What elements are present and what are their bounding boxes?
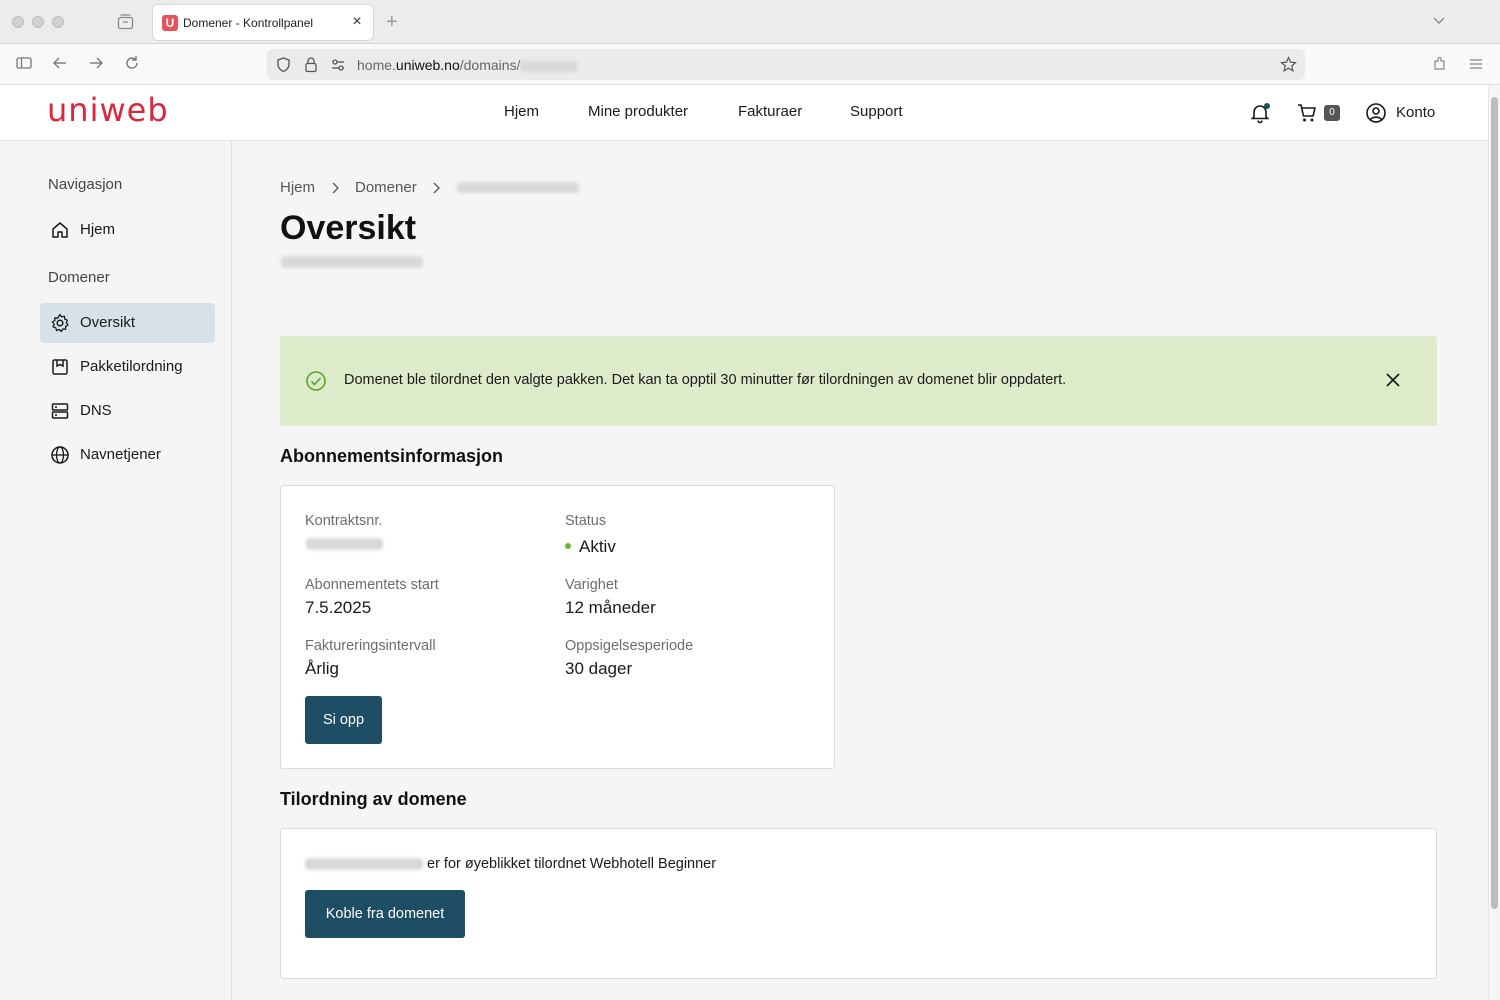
subscription-card: Kontraktsnr. Status Aktiv Abonnementets … [280, 485, 835, 769]
chevron-right-icon [433, 182, 440, 194]
success-alert: Domenet ble tilordnet den valgte pakken.… [280, 336, 1437, 426]
window-close-button[interactable] [12, 16, 24, 28]
sidebar-item-label: DNS [80, 402, 112, 419]
assignment-section-title: Tilordning av domene [280, 789, 467, 809]
shopping-cart-icon[interactable] [1296, 102, 1318, 124]
contract-label: Kontraktsnr. [305, 513, 383, 529]
site-header: uniweb Hjem Mine produkter Fakturaer Sup… [0, 85, 1488, 141]
close-icon[interactable] [1383, 370, 1403, 390]
sidebar-item-home[interactable]: Hjem [40, 210, 215, 250]
url-prefix: home. [357, 57, 396, 73]
new-tab-icon[interactable]: + [386, 10, 398, 34]
sidebar-heading-navigation: Navigasjon [48, 176, 123, 193]
breadcrumb-domains[interactable]: Domener [355, 179, 417, 196]
extensions-icon[interactable] [1431, 54, 1449, 72]
nav-invoices[interactable]: Fakturaer [738, 103, 802, 120]
status-label: Status [565, 513, 607, 529]
account-user-icon[interactable] [1365, 102, 1387, 124]
menu-icon[interactable] [1467, 54, 1485, 72]
sidebar-item-label: Navnetjener [80, 446, 161, 463]
scrollbar-thumb[interactable] [1491, 97, 1498, 909]
breadcrumb-home[interactable]: Hjem [280, 179, 315, 196]
billing-interval-label: Faktureringsintervall [305, 638, 436, 654]
sidebar-item-dns[interactable]: DNS [40, 391, 215, 431]
nav-support[interactable]: Support [850, 103, 903, 120]
back-arrow-icon[interactable] [51, 54, 69, 72]
billing-interval-value: Årlig [305, 659, 340, 678]
notice-period-value: 30 dager [565, 659, 633, 678]
alert-message: Domenet ble tilordnet den valgte pakken.… [344, 372, 1067, 388]
redacted-contract-number [306, 538, 383, 550]
disconnect-domain-button[interactable]: Koble fra domenet [305, 890, 465, 938]
gear-icon [51, 313, 69, 333]
redacted-domain-inline [305, 858, 423, 871]
sidebar-item-package-assignment[interactable]: Pakketilordning [40, 347, 215, 387]
redacted-domain-subtitle [281, 256, 423, 268]
bookmark-star-icon[interactable] [1280, 56, 1297, 73]
browser-tab-bar: U Domener - Kontrollpanel × + [0, 0, 1500, 44]
sidebar-item-label: Oversikt [80, 314, 136, 331]
redacted-domain-name [457, 182, 579, 193]
redacted-url-id [520, 60, 579, 72]
assignment-message: er for øyeblikket tilordnet Webhotell Be… [427, 856, 717, 872]
tab-close-icon[interactable]: × [349, 14, 365, 30]
chevron-right-icon [332, 182, 339, 194]
sidebar-item-overview[interactable]: Oversikt [40, 303, 215, 343]
tab-list-chevron-icon[interactable] [1432, 14, 1446, 28]
site-settings-icon[interactable] [330, 57, 346, 73]
notice-period-label: Oppsigelsesperiode [565, 638, 694, 654]
duration-value: 12 måneder [565, 598, 656, 617]
cancel-subscription-button[interactable]: Si opp [305, 696, 382, 744]
server-icon [51, 403, 69, 419]
window-zoom-button[interactable] [52, 16, 64, 28]
home-icon [52, 222, 68, 238]
nav-home[interactable]: Hjem [504, 103, 539, 120]
lock-icon[interactable] [303, 56, 319, 73]
account-link[interactable]: Konto [1396, 104, 1435, 121]
browser-tab-active[interactable]: U Domener - Kontrollpanel × [152, 4, 374, 41]
start-value: 7.5.2025 [305, 598, 372, 617]
url-text[interactable]: home.uniweb.no/domains/ [357, 57, 579, 73]
status-text: Aktiv [579, 537, 616, 556]
shield-icon[interactable] [275, 56, 292, 73]
window-minimize-button[interactable] [32, 16, 44, 28]
forward-arrow-icon[interactable] [87, 54, 105, 72]
sidebar: Navigasjon Hjem Domener Oversikt Pakketi… [0, 141, 232, 1000]
duration-label: Varighet [565, 577, 618, 593]
tab-groups-icon[interactable] [117, 13, 134, 30]
uniweb-logo[interactable]: uniweb [47, 91, 169, 129]
favicon-icon: U [162, 15, 178, 31]
package-icon [52, 359, 68, 375]
subscription-section-title: Abonnementsinformasjon [280, 446, 504, 466]
tab-title: Domener - Kontrollpanel [183, 16, 314, 30]
address-bar[interactable]: home.uniweb.no/domains/ [267, 49, 1305, 80]
status-active-dot [565, 542, 571, 549]
sidebar-item-label: Hjem [80, 221, 116, 238]
sidebar-item-label: Pakketilordning [80, 358, 183, 375]
page-title: Oversikt [280, 209, 417, 247]
reload-icon[interactable] [123, 54, 141, 72]
url-domain: uniweb.no [395, 57, 460, 73]
check-circle-icon [306, 371, 326, 391]
nav-my-products[interactable]: Mine produkter [588, 103, 688, 120]
notification-bell-icon[interactable] [1249, 102, 1271, 124]
browser-toolbar: home.uniweb.no/domains/ [0, 44, 1500, 85]
sidebar-heading-domains: Domener [48, 269, 110, 286]
start-label: Abonnementets start [305, 577, 439, 593]
assignment-card: er for øyeblikket tilordnet Webhotell Be… [280, 828, 1437, 979]
sidebar-toggle-icon[interactable] [15, 54, 33, 72]
cart-count-badge: 0 [1324, 105, 1340, 121]
assignment-text: er for øyeblikket tilordnet Webhotell Be… [305, 856, 716, 872]
sidebar-item-nameservers[interactable]: Navnetjener [40, 435, 215, 475]
globe-icon [51, 446, 69, 464]
url-path: /domains/ [459, 57, 521, 73]
page-scrollbar[interactable] [1488, 85, 1500, 1000]
status-value: Aktiv [565, 537, 616, 557]
